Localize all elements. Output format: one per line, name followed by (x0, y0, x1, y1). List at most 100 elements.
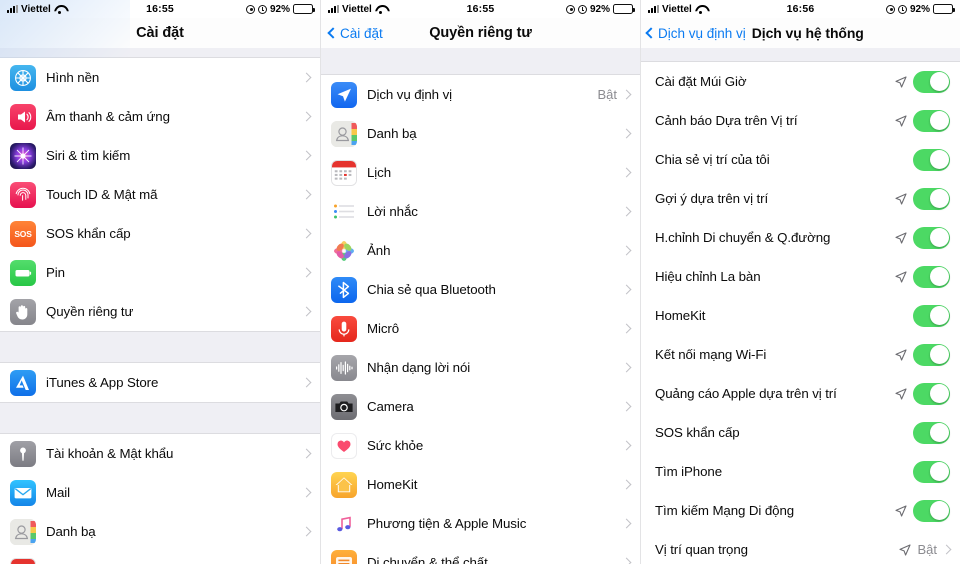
settings-list-group-3: Tài khoản & Mật khẩu Mail Danh bạ (0, 434, 320, 564)
list-item-label: Mail (46, 485, 70, 500)
list-item[interactable]: Quảng cáo Apple dựa trên vị trí (641, 374, 960, 413)
list-item[interactable]: Ảnh (321, 231, 640, 270)
list-item[interactable]: Siri & tìm kiếm (0, 136, 320, 175)
row-accessory: Bật (899, 542, 960, 557)
list-item[interactable]: Lịch (321, 153, 640, 192)
row-accessory (301, 377, 320, 388)
row-accessory (301, 189, 320, 200)
list-item[interactable]: HomeKit (641, 296, 960, 335)
list-item[interactable]: H.chỉnh Di chuyển & Q.đường (641, 218, 960, 257)
list-item[interactable]: iTunes & App Store (0, 363, 320, 402)
list-item[interactable]: Di chuyển & thể chất (321, 543, 640, 564)
back-button[interactable]: Cài đặt (327, 26, 383, 41)
list-item[interactable]: Tìm kiếm Mạng Di động (641, 491, 960, 530)
list-item[interactable]: Sức khỏe (321, 426, 640, 465)
microphone-icon (331, 315, 357, 342)
list-item-detail: Bật (917, 542, 937, 557)
list-item[interactable]: Danh bạ (321, 114, 640, 153)
list-item[interactable]: Cảnh báo Dựa trên Vị trí (641, 101, 960, 140)
toggle-switch[interactable] (913, 382, 950, 405)
list-item[interactable]: Danh bạ (0, 512, 320, 551)
row-accessory (621, 284, 640, 295)
toggle-switch[interactable] (913, 499, 950, 522)
list-item[interactable]: SOS khẩn cấp (641, 413, 960, 452)
list-item-label: Quyền riêng tư (46, 304, 134, 319)
toggle-switch[interactable] (913, 343, 950, 366)
list-item[interactable]: Kết nối mạng Wi-Fi (641, 335, 960, 374)
toggle-switch[interactable] (913, 148, 950, 171)
toggle-switch[interactable] (913, 70, 950, 93)
list-item[interactable]: Camera (321, 387, 640, 426)
panel-privacy: Viettel 16:55 92% Cài đặt Quyền riêng tư (320, 0, 640, 564)
row-accessory (895, 343, 960, 366)
list-item-label: Nhận dạng lời nói (367, 360, 471, 375)
status-right: 92% (245, 4, 315, 15)
toggle-switch[interactable] (913, 460, 950, 483)
toggle-switch[interactable] (913, 421, 950, 444)
page-title: Dịch vụ hệ thống (751, 25, 864, 41)
list-gap (321, 48, 640, 75)
list-item[interactable]: Chia sẻ qua Bluetooth (321, 270, 640, 309)
battery-icon (10, 259, 36, 286)
row-accessory (895, 187, 960, 210)
list-item-label: Micrô (367, 321, 400, 336)
contacts-icon (331, 120, 357, 147)
row-accessory (621, 401, 640, 412)
list-item[interactable]: Hiệu chỉnh La bàn (641, 257, 960, 296)
mail-icon (10, 479, 36, 506)
list-item[interactable]: Lịch (0, 551, 320, 564)
settings-list-group-2: iTunes & App Store (0, 363, 320, 402)
toggle-switch[interactable] (913, 109, 950, 132)
row-accessory (895, 382, 960, 405)
nav-bar-2: Cài đặt Quyền riêng tư (321, 18, 640, 48)
list-item[interactable]: Lời nhắc (321, 192, 640, 231)
list-item[interactable]: Quyền riêng tư (0, 292, 320, 331)
toggle-switch[interactable] (913, 226, 950, 249)
row-accessory (913, 304, 960, 327)
key-icon (10, 440, 36, 467)
list-item-label: Quảng cáo Apple dựa trên vị trí (655, 386, 837, 401)
toggle-switch[interactable] (913, 187, 950, 210)
siri-icon (10, 142, 36, 169)
list-item[interactable]: Gợi ý dựa trên vị trí (641, 179, 960, 218)
nav-bar-1: Cài đặt (0, 18, 320, 48)
back-button[interactable]: Dịch vụ định vị (645, 26, 746, 41)
list-item[interactable]: Hình nền (0, 58, 320, 97)
list-item[interactable]: Vị trí quan trọng Bật (641, 530, 960, 564)
list-item-detail: Bật (597, 87, 617, 102)
chevron-right-icon (301, 150, 312, 161)
contacts-icon (10, 518, 36, 545)
chevron-right-icon (301, 448, 312, 459)
list-item-label: HomeKit (367, 477, 418, 492)
calendar-icon (10, 557, 36, 564)
row-accessory (621, 518, 640, 529)
location-services-icon (331, 81, 357, 108)
list-item[interactable]: Chia sẻ vị trí của tôi (641, 140, 960, 179)
chevron-right-icon (621, 518, 632, 529)
row-accessory (621, 479, 640, 490)
list-item[interactable]: HomeKit (321, 465, 640, 504)
list-item[interactable]: Tìm iPhone (641, 452, 960, 491)
list-item[interactable]: SOS SOS khẩn cấp (0, 214, 320, 253)
list-item[interactable]: Tài khoản & Mật khẩu (0, 434, 320, 473)
list-item-label: Âm thanh & cảm ứng (46, 109, 170, 124)
chevron-left-icon (327, 27, 339, 39)
location-arrow-icon (895, 387, 907, 400)
list-item[interactable]: Mail (0, 473, 320, 512)
list-item[interactable]: Touch ID & Mật mã (0, 175, 320, 214)
list-item[interactable]: Micrô (321, 309, 640, 348)
status-right: 92% (565, 4, 635, 15)
list-item-label: Danh bạ (46, 524, 96, 539)
row-accessory (895, 70, 960, 93)
chevron-right-icon (301, 111, 312, 122)
list-item[interactable]: Dịch vụ định vị Bật (321, 75, 640, 114)
list-item[interactable]: Phương tiện & Apple Music (321, 504, 640, 543)
list-item[interactable]: Pin (0, 253, 320, 292)
toggle-switch[interactable] (913, 265, 950, 288)
list-item[interactable]: Cài đặt Múi Giờ (641, 62, 960, 101)
list-item[interactable]: Âm thanh & cảm ứng (0, 97, 320, 136)
toggle-switch[interactable] (913, 304, 950, 327)
sound-icon (10, 103, 36, 130)
chevron-left-icon (645, 27, 657, 39)
list-item[interactable]: Nhận dạng lời nói (321, 348, 640, 387)
